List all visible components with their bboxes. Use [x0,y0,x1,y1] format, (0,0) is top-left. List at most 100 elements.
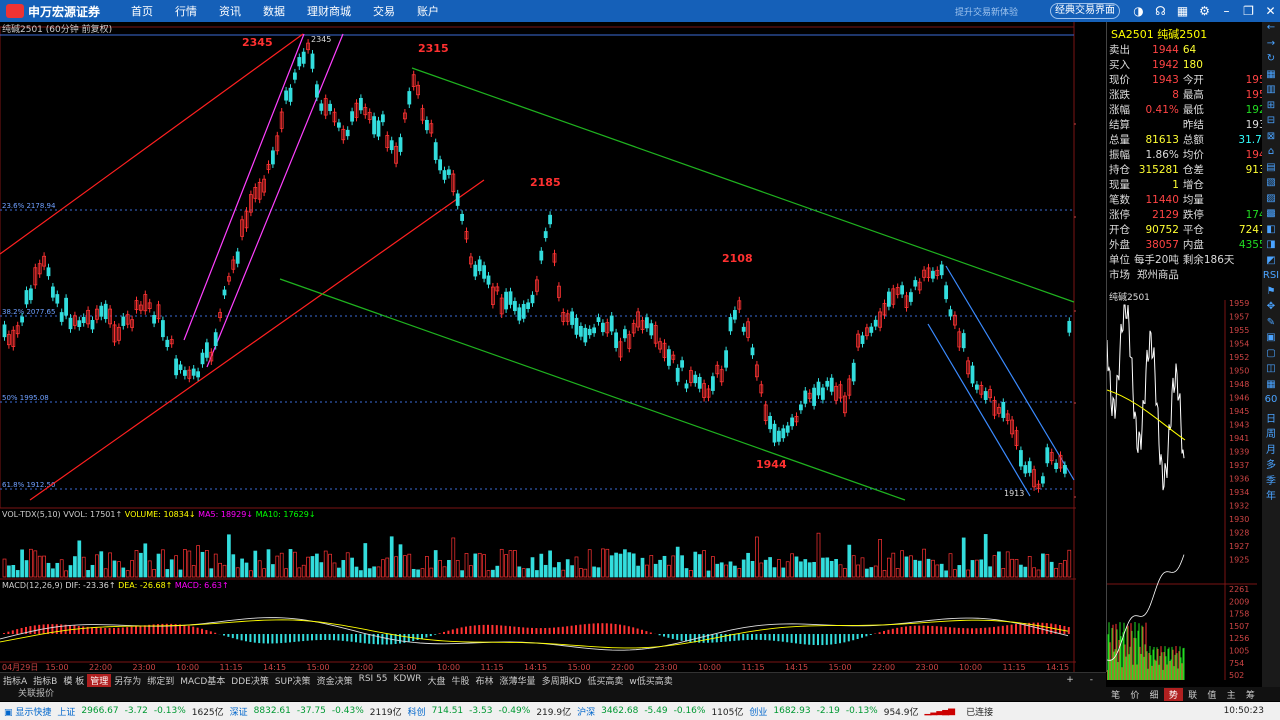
time-tick: 22:00 [89,663,112,672]
tool-icon[interactable]: ◨ [1266,239,1275,255]
side-tab[interactable]: 主 [1222,688,1241,701]
nav-item[interactable]: 数据 [263,3,285,19]
tool-icon[interactable]: ▧ [1266,177,1275,193]
candle [909,292,913,302]
volume-bar [856,564,860,578]
nav-item[interactable]: 理财商城 [307,3,351,19]
indicator-tab[interactable]: 管理 [87,673,112,687]
side-tab[interactable]: 笔 [1106,688,1125,701]
tool-icon[interactable]: 多 [1266,456,1276,472]
tool-icon[interactable]: ◫ [1266,363,1275,379]
brand-logo[interactable]: 申万宏源证券 [6,2,100,20]
index-name[interactable]: 科创 [408,705,426,718]
tool-icon[interactable]: ◧ [1266,224,1275,240]
quote-cell: 0.41% [1145,103,1179,116]
side-tab[interactable]: 价 [1125,688,1144,701]
tool-icon[interactable]: ▨ [1266,193,1275,209]
grid-icon[interactable]: ▦ [1174,3,1191,19]
theme-icon[interactable]: ◑ [1130,3,1147,19]
tool-icon[interactable]: ▩ [1266,208,1275,224]
related-quotes-bar[interactable]: 关联报价 [0,687,1280,701]
tool-icon[interactable]: ⊟ [1267,115,1275,131]
tool-icon[interactable]: ⌂ [1268,146,1274,162]
indicator-tab[interactable]: 低买高卖 [584,674,626,687]
indicator-tab[interactable]: 指标A [0,674,30,687]
tool-icon[interactable]: ▥ [1266,84,1275,100]
tool-icon[interactable]: ↻ [1267,53,1275,69]
indicator-tab[interactable]: 多周期KD [539,674,585,687]
index-name[interactable]: 创业 [749,705,767,718]
headset-icon[interactable]: ☊ [1152,3,1169,19]
tool-icon[interactable]: 月 [1266,441,1276,457]
tool-icon[interactable]: ◩ [1266,255,1275,271]
tool-icon[interactable]: ▢ [1266,348,1275,364]
index-name[interactable]: 沪深 [577,705,595,718]
indicator-tab[interactable]: DDE决策 [228,674,272,687]
tool-icon[interactable]: → [1267,38,1275,54]
tool-icon[interactable]: ⊠ [1267,131,1275,147]
side-tab[interactable]: 势 [1163,688,1183,701]
volume-bar [733,565,737,578]
nav-item[interactable]: 行情 [175,3,197,19]
volume-bar [1036,569,1041,578]
close-icon[interactable]: ✕ [1262,3,1279,19]
indicator-tab[interactable]: 布林 [473,674,497,687]
volume-bar [99,551,104,578]
indicator-tab[interactable]: 牛股 [449,674,473,687]
restore-icon[interactable]: ❐ [1240,3,1257,19]
tool-icon[interactable]: ⊞ [1267,100,1275,116]
volume-bar [345,552,350,578]
gear-icon[interactable]: ⚙ [1196,3,1213,19]
side-tab[interactable]: 联 [1183,688,1202,701]
time-tick: 23:00 [133,663,156,672]
tool-icon[interactable]: ▣ [1266,332,1275,348]
tool-icon[interactable]: 年 [1266,487,1276,503]
tool-icon[interactable]: 60 [1265,394,1278,410]
tool-icon[interactable]: 日 [1266,410,1276,426]
indicator-tab[interactable]: 模 板 [60,674,87,687]
tool-icon[interactable]: ▤ [1266,162,1275,178]
add-icon[interactable]: + [1063,675,1077,685]
side-tab[interactable]: 值 [1202,688,1221,701]
tool-icon[interactable]: ✥ [1267,301,1275,317]
indicator-tab[interactable]: w低买高卖 [626,674,675,687]
quote-panel: SA2501 纯碱2501 卖出 1944 64 买入 1942 180 现价 1943 今开 1… [1106,22,1272,680]
time-tick: 15:00 [46,663,69,672]
quote-row: 买入 1942 180 [1107,57,1274,72]
volume-bar [715,563,720,578]
indicator-tab[interactable]: SUP决策 [272,674,314,687]
remove-icon[interactable]: - [1087,675,1096,685]
index-name[interactable]: 深证 [230,705,248,718]
index-name[interactable]: 上证 [57,705,75,718]
side-tab[interactable]: 细 [1145,688,1164,701]
indicator-tab[interactable]: MACD基本 [177,674,228,687]
volume-bar [539,553,544,578]
nav-item[interactable]: 资讯 [219,3,241,19]
nav-item[interactable]: 账户 [417,3,439,19]
side-tab[interactable]: 筹 [1241,688,1260,701]
indicator-tab[interactable]: 另存为 [111,674,144,687]
indicator-tab[interactable]: RSI 55 [356,674,391,687]
indicator-tab[interactable]: 指标B [30,674,60,687]
tool-icon[interactable]: ▦ [1266,379,1275,395]
minimize-icon[interactable]: – [1218,3,1235,19]
show-shortcut-button[interactable]: ▣ 显示快捷 [0,705,51,718]
tool-icon[interactable]: ▦ [1266,69,1275,85]
indicator-tab[interactable]: 绑定到 [144,674,177,687]
indicator-tab[interactable]: 资金决策 [314,674,356,687]
tool-icon[interactable]: 周 [1266,425,1276,441]
indicator-tab[interactable]: 涨薄华量 [497,674,539,687]
indicator-tab[interactable]: KDWR [391,674,425,687]
kline-chart[interactable]: 纯碱2501 (60分钟 前复权)2257216920811992190423.… [0,22,1076,672]
candle [1019,450,1023,467]
mini-chart[interactable]: 1959 1957 1955 1954 1952 1950 1948 1946 1945 1943… [1107,300,1261,680]
tool-icon[interactable]: 季 [1266,472,1276,488]
nav-item[interactable]: 首页 [131,3,153,19]
tool-icon[interactable]: ← [1267,22,1275,38]
classic-trade-button[interactable]: 经典交易界面 [1050,3,1120,19]
nav-item[interactable]: 交易 [373,3,395,19]
tool-icon[interactable]: RSI [1263,270,1279,286]
indicator-tab[interactable]: 大盘 [425,674,449,687]
tool-icon[interactable]: ⚑ [1267,286,1276,302]
tool-icon[interactable]: ✎ [1267,317,1275,333]
